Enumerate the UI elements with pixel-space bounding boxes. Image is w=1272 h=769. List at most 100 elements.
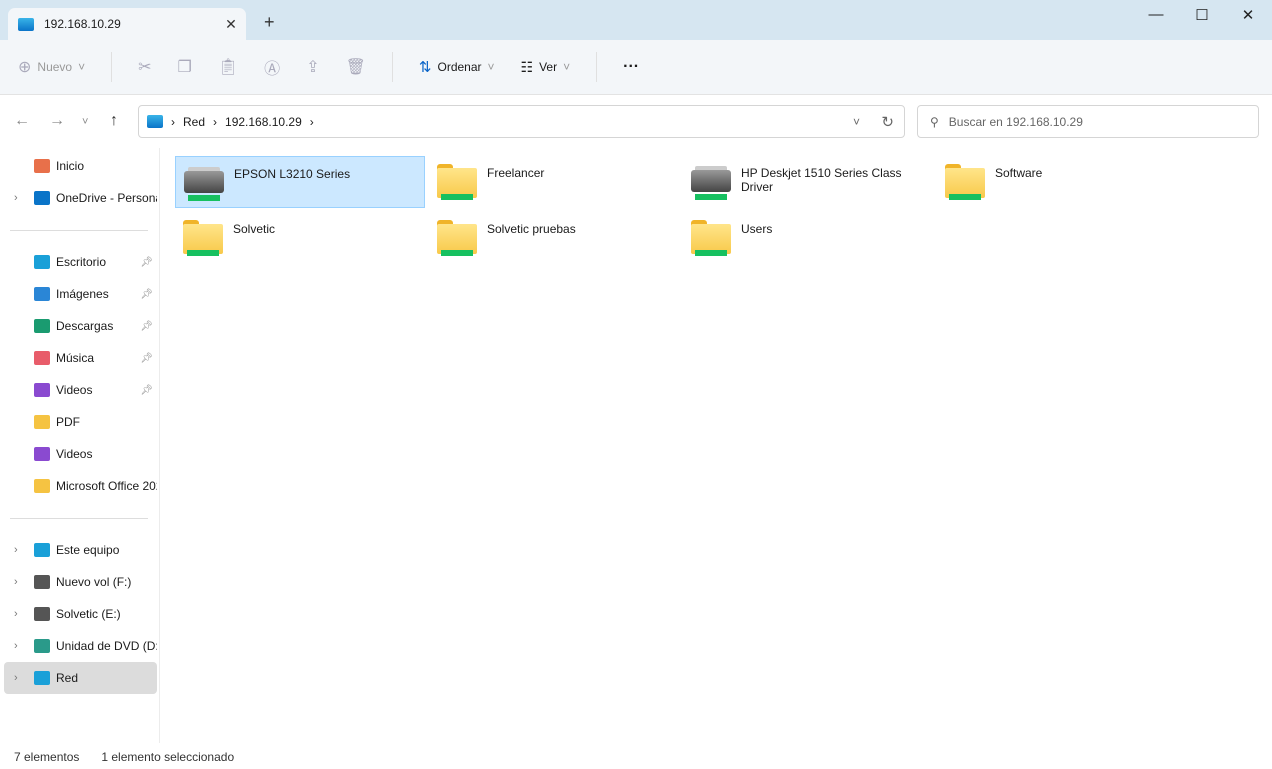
share-button[interactable]: ⇪ — [306, 51, 319, 83]
music-icon — [34, 351, 50, 365]
printer-item[interactable]: EPSON L3210 Series — [175, 156, 425, 208]
forward-button[interactable]: → — [49, 112, 65, 130]
sidebar-item[interactable]: PDF — [4, 406, 157, 438]
maximize-button[interactable]: ☐ — [1179, 6, 1225, 24]
printer-item[interactable]: HP Deskjet 1510 Series Class Driver — [683, 156, 933, 208]
back-button[interactable]: ← — [14, 112, 30, 130]
sidebar-item[interactable]: Microsoft Office 2021 — [4, 470, 157, 502]
printer-icon — [689, 162, 733, 202]
folder-item[interactable]: Solvetic pruebas — [429, 212, 679, 264]
chevron-down-icon: ˅ — [78, 60, 86, 74]
pictures-icon — [34, 287, 50, 301]
search-input[interactable]: ⚲ Buscar en 192.168.10.29 — [917, 105, 1259, 138]
item-count: 7 elementos — [14, 750, 80, 764]
sidebar-item[interactable]: Inicio — [4, 150, 157, 182]
rename-icon: Ⓐ — [264, 61, 281, 78]
command-bar: ⊕ Nuevo ˅ ✂ ❐ 📋︎ Ⓐ ⇪ 🗑︎ ⇅ Ordenar ˅ ☷ Ver ˅ ··… — [0, 40, 1272, 95]
paste-button[interactable]: 📋︎ — [218, 51, 238, 83]
chevron-right-icon[interactable]: › — [14, 640, 18, 652]
sort-button[interactable]: ⇅ Ordenar ˅ — [419, 51, 495, 83]
download-icon — [34, 319, 50, 333]
sidebar-item[interactable]: Música 📌︎ — [4, 342, 157, 374]
chevron-right-icon[interactable]: › — [14, 544, 18, 556]
chevron-right-icon[interactable]: › — [14, 672, 18, 684]
new-button[interactable]: ⊕ Nuevo ˅ — [18, 51, 85, 83]
view-icon: ☷ — [520, 58, 534, 75]
more-button[interactable]: ··· — [623, 51, 639, 83]
divider — [111, 52, 113, 82]
sidebar-item-label: Microsoft Office 2021 — [56, 479, 157, 493]
chevron-right-icon[interactable]: › — [14, 576, 18, 588]
recent-dropdown[interactable]: ˅ — [82, 116, 88, 128]
sidebar-item[interactable]: › OneDrive - Personal — [4, 182, 157, 214]
pin-icon[interactable]: 📌︎ — [140, 289, 153, 300]
sidebar-item[interactable]: Imágenes 📌︎ — [4, 278, 157, 310]
sidebar-item-label: Red — [56, 671, 79, 685]
sidebar-item[interactable]: › Red — [4, 662, 157, 694]
chevron-right-icon[interactable]: › — [14, 608, 18, 620]
sidebar-item-label: OneDrive - Personal — [56, 191, 157, 205]
chevron-right-icon[interactable]: › — [14, 192, 18, 204]
folder-item[interactable]: Freelancer — [429, 156, 679, 208]
copy-button[interactable]: ❐ — [178, 51, 192, 83]
address-bar[interactable]: › Red › 192.168.10.29 › ˅ ↻ — [138, 105, 905, 138]
divider — [10, 230, 148, 231]
folder-item[interactable]: Users — [683, 212, 933, 264]
sidebar-item-label: Este equipo — [56, 543, 120, 557]
network-icon — [147, 115, 163, 128]
breadcrumb-ip[interactable]: 192.168.10.29 — [225, 115, 302, 129]
desktop-icon — [34, 255, 50, 269]
view-button[interactable]: ☷ Ver ˅ — [521, 51, 571, 83]
breadcrumb-red[interactable]: Red — [183, 115, 205, 129]
new-tab-button[interactable]: + — [264, 12, 275, 33]
item-name: Solvetic pruebas — [487, 222, 576, 236]
pin-icon[interactable]: 📌︎ — [140, 257, 153, 268]
sidebar-item-label: Videos — [56, 383, 93, 397]
rename-button[interactable]: Ⓐ — [264, 51, 280, 83]
sidebar-item[interactable]: › Este equipo — [4, 534, 157, 566]
tab-current[interactable]: 192.168.10.29 ✕ — [8, 8, 246, 40]
sidebar-item-label: PDF — [56, 415, 80, 429]
divider — [391, 52, 393, 82]
item-name: Users — [741, 222, 773, 236]
chevron-down-icon: ˅ — [487, 60, 495, 74]
pin-icon[interactable]: 📌︎ — [140, 353, 153, 364]
paste-icon: 📋︎ — [217, 59, 239, 76]
folder-item[interactable]: Solvetic — [175, 212, 425, 264]
chevron-down-icon: ˅ — [563, 60, 571, 74]
refresh-icon[interactable]: ↻ — [881, 113, 894, 131]
sidebar-item[interactable]: Escritorio 📌︎ — [4, 246, 157, 278]
pin-icon[interactable]: 📌︎ — [140, 385, 153, 396]
minimize-button[interactable]: — — [1133, 6, 1179, 23]
up-button[interactable]: ↑ — [110, 112, 118, 130]
printer-icon — [182, 163, 226, 203]
address-dropdown-icon[interactable]: ˅ — [853, 115, 860, 129]
cut-button[interactable]: ✂ — [138, 51, 151, 83]
scissors-icon: ✂ — [138, 59, 152, 76]
item-name: Freelancer — [487, 166, 545, 180]
pin-icon[interactable]: 📌︎ — [140, 321, 153, 332]
video-icon — [34, 447, 50, 461]
sidebar-item[interactable]: Videos — [4, 438, 157, 470]
folder-item[interactable]: Software — [937, 156, 1187, 208]
sidebar-item-label: Música — [56, 351, 95, 365]
sidebar-item[interactable]: › Unidad de DVD (D:) — [4, 630, 157, 662]
sidebar-item-label: Solvetic (E:) — [56, 607, 121, 621]
dvd-icon — [34, 639, 50, 653]
network-location-icon — [18, 17, 34, 31]
navigation-pane: Inicio › OneDrive - Personal Escritorio 📌︎ Im… — [0, 148, 160, 743]
delete-button[interactable]: 🗑︎ — [346, 51, 366, 83]
tab-title: 192.168.10.29 — [44, 17, 121, 31]
item-name: EPSON L3210 Series — [234, 167, 351, 181]
shared-folder-icon — [943, 162, 987, 202]
sidebar-item-label: Videos — [56, 447, 93, 461]
sidebar-item[interactable]: Videos 📌︎ — [4, 374, 157, 406]
close-tab-icon[interactable]: ✕ — [216, 16, 246, 33]
sidebar-item[interactable]: › Solvetic (E:) — [4, 598, 157, 630]
item-name: Solvetic — [233, 222, 276, 236]
computer-icon — [34, 543, 50, 557]
close-button[interactable]: ✕ — [1225, 6, 1271, 24]
sidebar-item[interactable]: Descargas 📌︎ — [4, 310, 157, 342]
search-icon: ⚲ — [930, 114, 939, 129]
sidebar-item[interactable]: › Nuevo vol (F:) — [4, 566, 157, 598]
